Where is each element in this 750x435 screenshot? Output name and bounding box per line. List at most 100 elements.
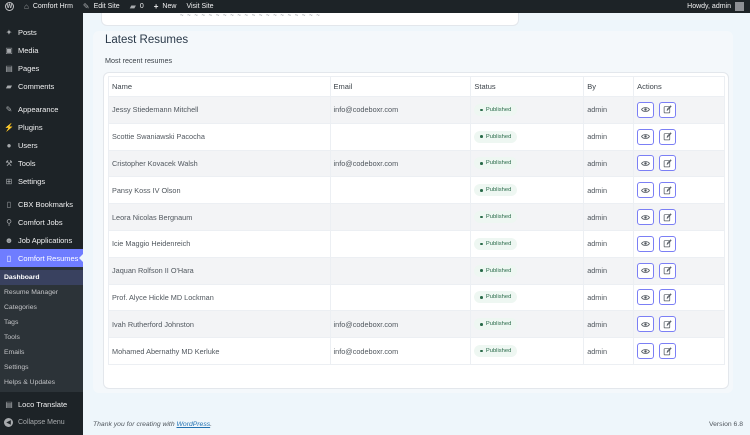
edit-icon [663,105,672,114]
submenu-item-categories[interactable]: Categories [0,300,83,315]
table-row: Cristopher Kovacek Walsh info@codeboxr.co… [108,149,725,178]
resume-actions-cell [633,310,725,339]
collapse-icon: ◀ [4,417,13,427]
edit-site-link[interactable]: ✎ Edit Site [78,0,125,13]
submenu-item-resume-manager[interactable]: Resume Manager [0,285,83,300]
sidebar-item-pages[interactable]: ▤ Pages [0,59,83,77]
edit-resume-button[interactable] [659,343,677,360]
view-resume-button[interactable] [637,289,655,306]
wordpress-link[interactable]: WordPress [177,421,211,428]
panel-subtitle: Most recent resumes [105,56,173,65]
table-row: Scottie Swaniawski Pacocha Published admin [108,122,725,151]
column-header-actions: Actions [633,76,725,97]
eye-icon [641,320,650,329]
submenu-item-tools[interactable]: Tools [0,330,83,345]
view-resume-button[interactable] [637,262,655,279]
status-dot-icon [480,108,483,112]
view-resume-button[interactable] [637,343,655,360]
new-label: New [162,3,177,10]
resume-actions-cell [633,176,725,205]
resume-status-cell: Published [470,122,585,151]
brush-icon: ✎ [82,2,90,11]
view-resume-button[interactable] [637,101,655,118]
view-resume-button[interactable] [637,182,655,199]
view-resume-button[interactable] [637,316,655,333]
resume-name: Scottie Swaniawski Pacocha [108,122,331,151]
resume-status-cell: Published [470,176,585,205]
edit-resume-button[interactable] [659,262,677,279]
plugin-icon: ⚡ [4,122,14,132]
collapse-menu-button[interactable]: ◀ Collapse Menu [0,413,83,431]
sidebar-item-users[interactable]: ● Users [0,136,83,154]
submenu-item-emails[interactable]: Emails [0,345,83,360]
edit-resume-button[interactable] [659,289,677,306]
edit-resume-button[interactable] [659,128,677,145]
sidebar-item-job-applications[interactable]: ☻ Job Applications [0,231,83,249]
table-row: Jaquan Rolfson II O'Hara Published admin [108,256,725,285]
edit-resume-button[interactable] [659,182,677,199]
sidebar-item-settings[interactable]: ⊞ Settings [0,172,83,190]
sidebar-item-appearance[interactable]: ✎ Appearance [0,100,83,118]
sidebar-item-media[interactable]: ▣ Media [0,41,83,59]
account-menu[interactable]: Howdy, admin [687,2,750,11]
sidebar-item-cbx-bookmarks[interactable]: ▯ CBX Bookmarks [0,195,83,213]
resume-status-cell: Published [470,256,585,285]
submenu-item-settings[interactable]: Settings [0,360,83,375]
edit-resume-button[interactable] [659,316,677,333]
home-icon: ⌂ [24,2,29,11]
resume-actions-cell [633,96,725,124]
status-dot-icon [480,242,483,246]
resume-email [329,229,472,258]
sidebar-item-tools[interactable]: ⚒ Tools [0,154,83,172]
status-dot-icon [480,162,483,165]
resume-name: Jaquan Rolfson II O'Hara [108,256,331,285]
latest-resumes-panel: Latest Resumes Most recent resumes Name … [93,31,733,393]
sidebar-item-loco-translate[interactable]: ▤ Loco Translate [0,395,83,413]
submenu-item-dashboard[interactable]: Dashboard [0,270,83,285]
sidebar-item-comfort-jobs[interactable]: ⚲ Comfort Jobs [0,213,83,231]
media-icon: ▣ [5,45,13,55]
resume-email: info@codeboxr.com [329,149,472,178]
resume-name: Leora Nicolas Bergnaum [108,203,331,231]
sidebar-item-comfort-resumes[interactable]: ▯ Comfort Resumes [0,249,83,267]
sidebar-item-comments[interactable]: ▰ Comments [0,77,83,95]
table-row: Pansy Koss IV Olson Published admin [108,176,725,205]
status-badge: Published [474,157,518,170]
resume-status-cell: Published [470,96,585,124]
column-header-name[interactable]: Name [108,76,331,97]
column-header-status[interactable]: Status [470,76,585,97]
status-badge: Published [474,237,518,250]
table-body: Jessy Stiedemann Mitchell info@codeboxr.c… [108,96,725,365]
column-header-by[interactable]: By [583,76,635,97]
view-resume-button[interactable] [637,209,655,226]
sidebar-item-plugins[interactable]: ⚡ Plugins [0,118,83,136]
site-name-link[interactable]: ⌂ Comfort Hrm [19,0,78,13]
visit-site-link[interactable]: Visit Site [181,0,218,13]
table-row: Jessy Stiedemann Mitchell info@codeboxr.c… [108,96,725,124]
pin-icon: ✦ [5,27,13,37]
table-row: Ivah Rutherford Johnston info@codeboxr.co… [108,310,725,339]
edit-resume-button[interactable] [659,155,677,172]
resume-email [329,283,472,312]
new-content-link[interactable]: + New [149,0,182,13]
sidebar-item-label: Posts [18,27,37,37]
sidebar-item-label: Tools [18,158,36,168]
column-header-email[interactable]: Email [329,76,472,97]
view-resume-button[interactable] [637,235,655,252]
submenu-item-helps-updates[interactable]: Helps & Updates [0,375,83,390]
comments-link[interactable]: ▰ 0 [125,0,149,13]
edit-resume-button[interactable] [659,101,677,118]
submenu-item-tags[interactable]: Tags [0,315,83,330]
view-resume-button[interactable] [637,155,655,172]
resume-author: admin [583,122,635,151]
edit-resume-button[interactable] [659,235,677,252]
resume-actions-cell [633,283,725,312]
wordpress-logo-button[interactable]: W [0,0,19,13]
view-resume-button[interactable] [637,128,655,145]
status-label: Published [485,294,512,301]
sidebar-item-label: Loco Translate [18,399,68,409]
status-badge: Published [474,264,518,277]
sidebar-item-posts[interactable]: ✦ Posts [0,23,83,41]
edit-resume-button[interactable] [659,209,677,226]
sidebar-item-label: Job Applications [18,235,73,245]
